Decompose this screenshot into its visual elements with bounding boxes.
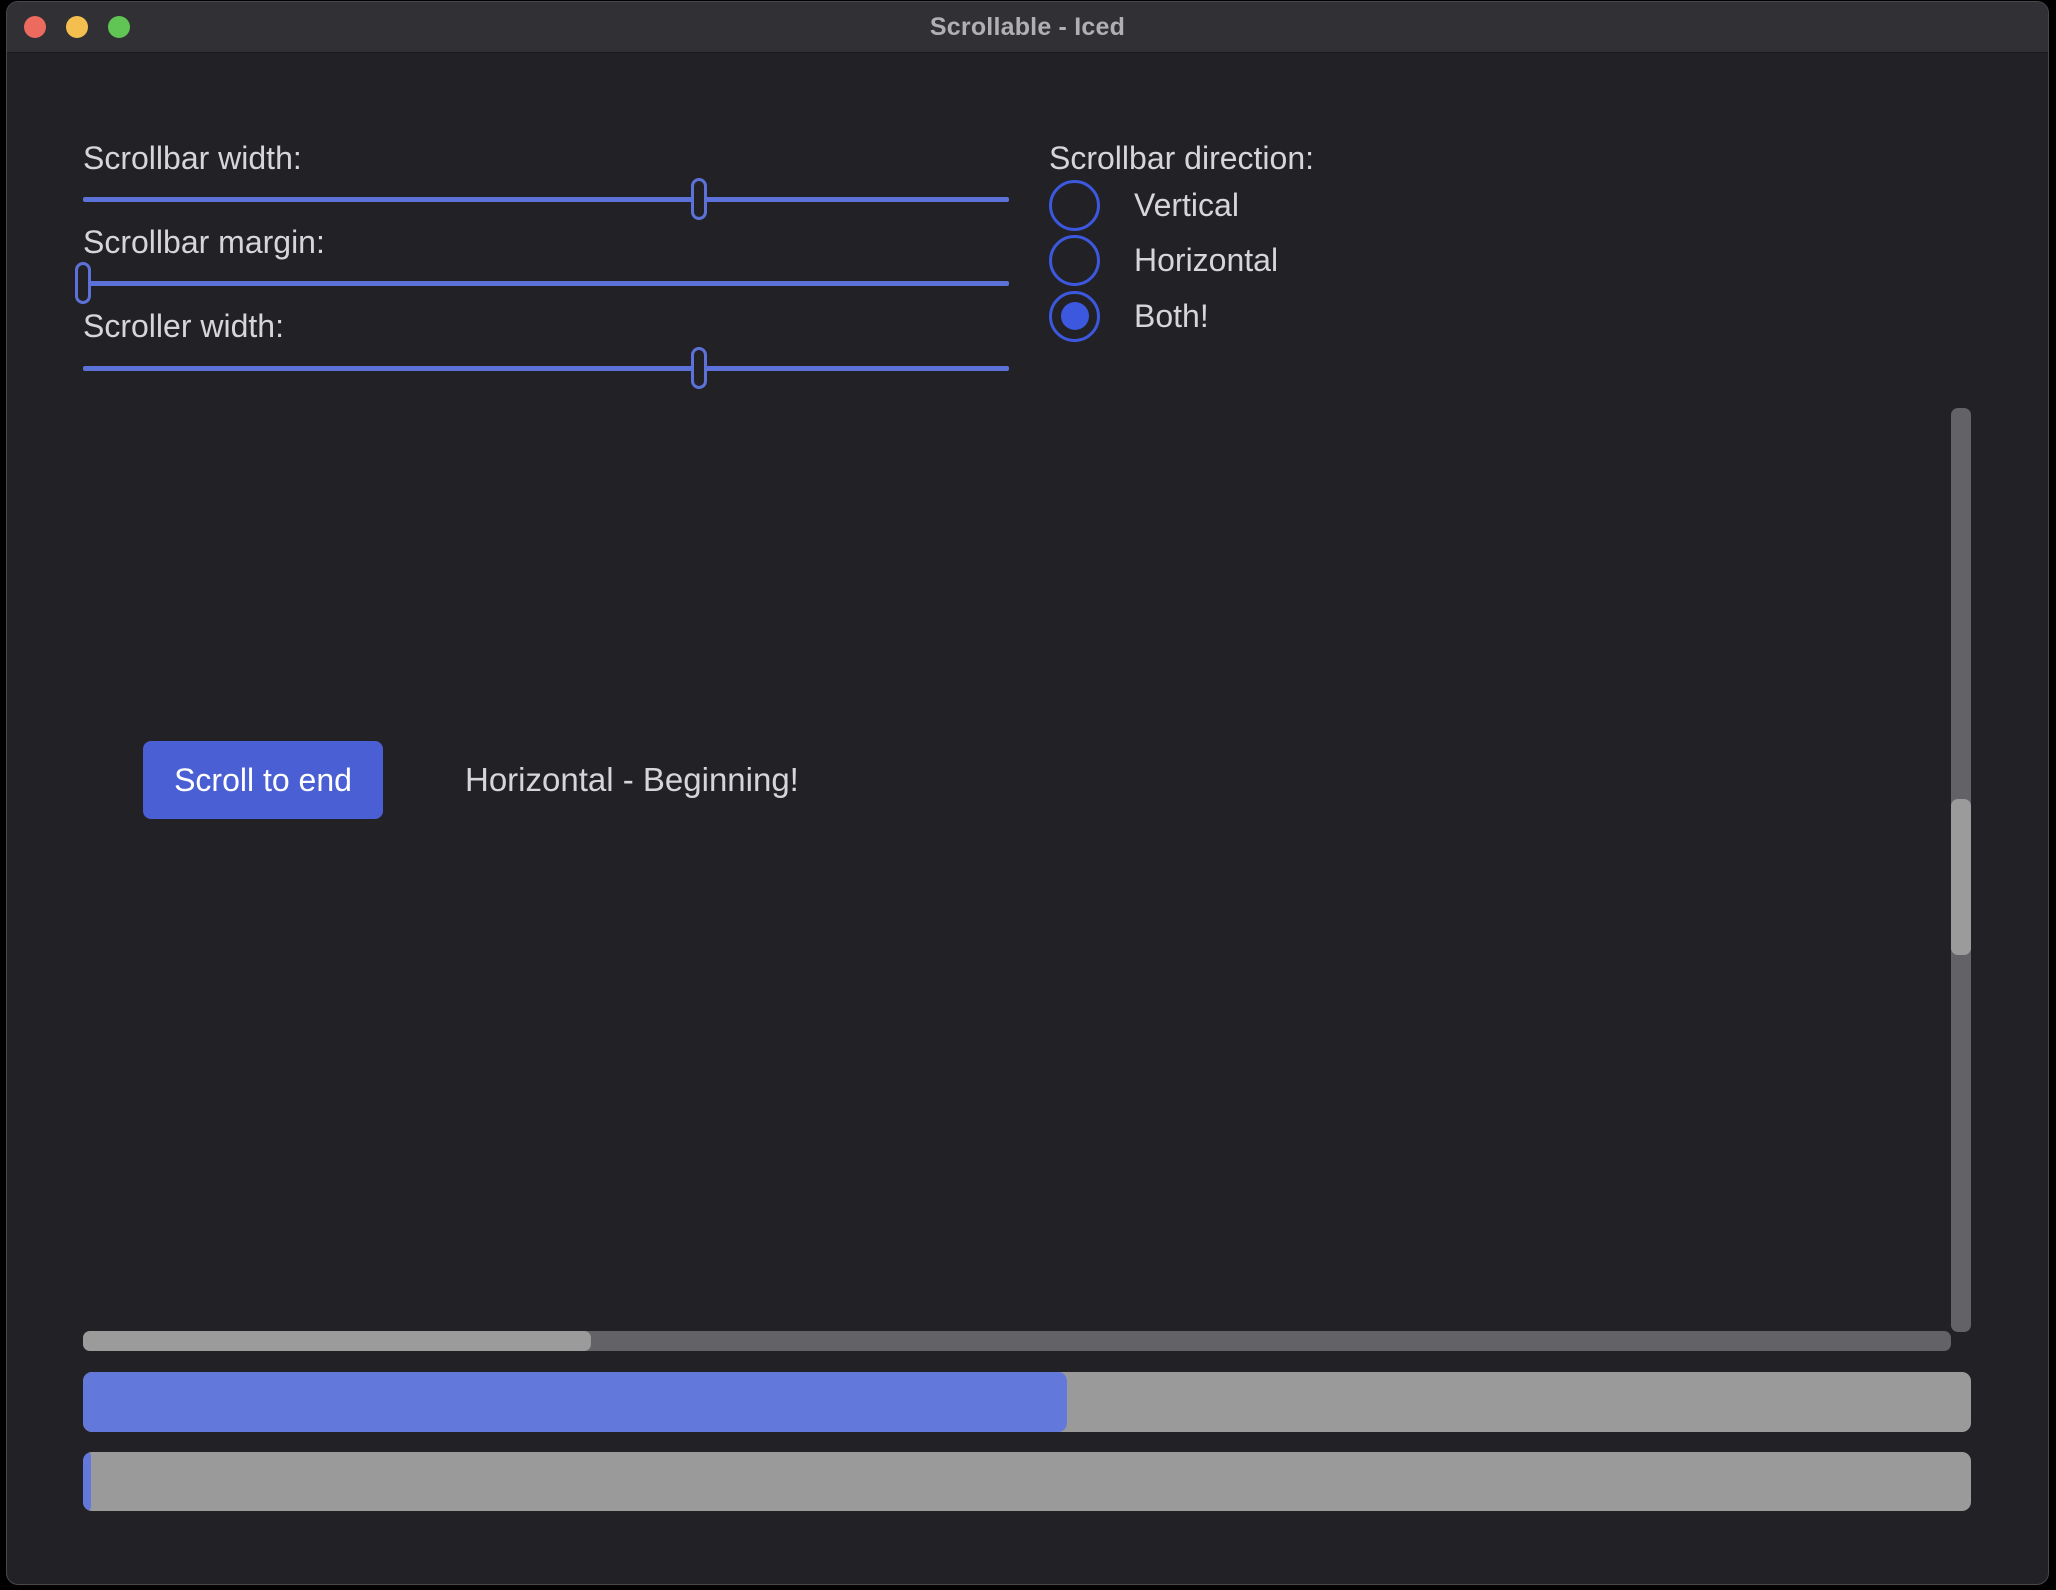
- titlebar: Scrollable - Iced: [7, 2, 2048, 53]
- scroll-to-end-button[interactable]: Scroll to end: [143, 741, 383, 819]
- radio-option-horizontal[interactable]: Horizontal: [1049, 234, 1278, 286]
- scroller-width-slider[interactable]: [83, 347, 1009, 389]
- slider-track[interactable]: [83, 366, 1009, 371]
- slider-handle[interactable]: [691, 178, 707, 220]
- app-window: Scrollable - Iced Scrollbar width: Scrol…: [6, 1, 2049, 1585]
- radio-label: Vertical: [1134, 187, 1239, 224]
- scrollbar-width-label: Scrollbar width:: [83, 140, 302, 177]
- radio-dot-icon: [1061, 302, 1089, 330]
- progress-fill: [83, 1372, 1067, 1432]
- scrollbar-width-slider[interactable]: [83, 178, 1009, 220]
- radio-circle-icon[interactable]: [1049, 180, 1100, 231]
- traffic-lights: [24, 2, 130, 52]
- radio-label: Both!: [1134, 298, 1209, 335]
- progress-fill: [83, 1452, 91, 1511]
- horizontal-scroller[interactable]: [83, 1331, 591, 1351]
- minimize-button[interactable]: [66, 16, 88, 38]
- scrollbar-margin-label: Scrollbar margin:: [83, 224, 325, 261]
- scrollbar-margin-slider[interactable]: [83, 262, 1009, 304]
- scrollbar-direction-label: Scrollbar direction:: [1049, 140, 1314, 177]
- radio-option-vertical[interactable]: Vertical: [1049, 179, 1239, 231]
- scroll-status-text: Horizontal - Beginning!: [465, 741, 799, 819]
- radio-circle-icon[interactable]: [1049, 235, 1100, 286]
- vertical-scroller[interactable]: [1951, 799, 1971, 955]
- slider-track[interactable]: [83, 197, 1009, 202]
- zoom-button[interactable]: [108, 16, 130, 38]
- radio-circle-icon[interactable]: [1049, 291, 1100, 342]
- vertical-scrollbar-track[interactable]: [1951, 408, 1971, 1332]
- horizontal-progress-bar: [83, 1372, 1971, 1432]
- window-title: Scrollable - Iced: [930, 13, 1125, 42]
- radio-label: Horizontal: [1134, 242, 1278, 279]
- horizontal-scrollbar-track[interactable]: [83, 1331, 1951, 1351]
- slider-handle[interactable]: [691, 347, 707, 389]
- close-button[interactable]: [24, 16, 46, 38]
- slider-track[interactable]: [83, 281, 1009, 286]
- scroller-width-label: Scroller width:: [83, 308, 284, 345]
- radio-option-both[interactable]: Both!: [1049, 290, 1209, 342]
- vertical-progress-bar: [83, 1452, 1971, 1511]
- slider-handle[interactable]: [75, 262, 91, 304]
